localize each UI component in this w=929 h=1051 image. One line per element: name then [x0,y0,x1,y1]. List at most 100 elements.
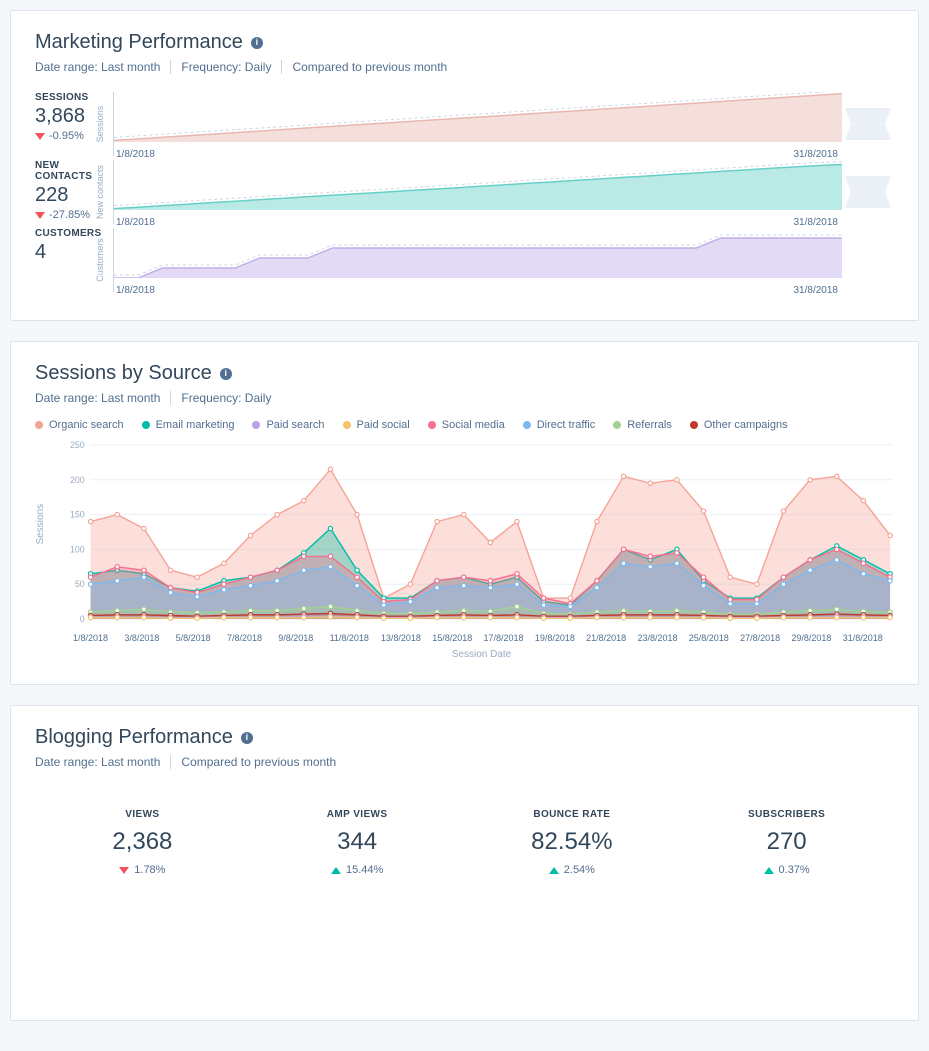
blogging-metric: AMP VIEWS 344 15.44% [250,809,465,876]
metric-label: SUBSCRIBERS [679,809,894,820]
metric-label: BOUNCE RATE [465,809,680,820]
marketing-performance-card: Marketing Performance i Date range: Last… [10,10,919,321]
legend: Organic search Email marketing Paid search… [35,419,894,431]
legend-item[interactable]: Social media [428,419,505,431]
x-tick: 31/8/2018 [843,633,894,643]
mp-mini-chart: New contacts 1/8/201831/8/2018 [113,160,842,224]
chart-svg [114,160,842,210]
legend-dot-icon [613,421,621,429]
metric-value: 82.54% [465,828,680,856]
funnel-cell: 5.89% [842,92,894,156]
funnel-cell [842,228,894,292]
metric-delta: 15.44% [250,864,465,876]
legend-item[interactable]: Paid search [252,419,324,431]
meta-range: Date range: Last month [35,391,171,405]
marketing-performance-body: SESSIONS 3,868 -0.95% Sessions 1/8/20183… [35,92,894,292]
blogging-metric: BOUNCE RATE 82.54% 2.54% [465,809,680,876]
card-meta: Date range: Last month Compared to previ… [35,755,894,769]
legend-label: Organic search [49,419,124,431]
legend-dot-icon [252,421,260,429]
x-axis-labels: 1/8/201831/8/2018 [114,149,842,160]
card-title: Blogging Performance i [35,726,894,749]
legend-item[interactable]: Organic search [35,419,124,431]
svg-text:0: 0 [80,614,85,624]
legend-label: Direct traffic [537,419,595,431]
meta-compare: Compared to previous month [171,755,346,769]
card-title: Sessions by Source i [35,362,894,385]
info-icon[interactable]: i [251,37,263,49]
x-axis-labels: 1/8/201831/8/2018 [114,285,842,296]
x-axis-labels: 1/8/20183/8/20185/8/20187/8/20189/8/2018… [69,633,894,643]
legend-item[interactable]: Paid social [343,419,410,431]
legend-dot-icon [523,421,531,429]
blogging-metrics-grid: VIEWS 2,368 1.78% AMP VIEWS 344 15.44% B… [35,809,894,876]
y-axis-label: Sessions [35,503,46,544]
legend-label: Paid search [266,419,324,431]
blogging-performance-card: Blogging Performance i Date range: Last … [10,705,919,1021]
x-tick: 27/8/2018 [740,633,791,643]
legend-label: Referrals [627,419,672,431]
legend-label: Email marketing [156,419,235,431]
legend-item[interactable]: Direct traffic [523,419,595,431]
legend-dot-icon [690,421,698,429]
x-tick: 7/8/2018 [227,633,278,643]
legend-dot-icon [343,421,351,429]
meta-compare: Compared to previous month [282,60,457,74]
legend-dot-icon [142,421,150,429]
metric-label: VIEWS [35,809,250,820]
x-axis-labels: 1/8/201831/8/2018 [114,217,842,228]
x-tick: 3/8/2018 [124,633,175,643]
metric-delta: 0.37% [679,864,894,876]
legend-label: Social media [442,419,505,431]
trend-up-icon [764,867,774,874]
svg-text:200: 200 [70,475,85,485]
metric-value: 2,368 [35,828,250,856]
svg-text:100: 100 [70,544,85,554]
card-title-text: Blogging Performance [35,726,233,749]
y-axis-label: Sessions [95,106,105,143]
mp-stat-label: SESSIONS [35,92,113,103]
funnel-arrow: 1.75% [845,176,891,208]
meta-range: Date range: Last month [35,60,171,74]
legend-item[interactable]: Referrals [613,419,672,431]
chart-svg [114,92,842,142]
svg-text:50: 50 [75,579,85,589]
y-axis-label: Customers [95,238,105,282]
meta-range: Date range: Last month [35,755,171,769]
y-axis-label: New contacts [95,165,105,219]
card-meta: Date range: Last month Frequency: Daily [35,391,894,405]
svg-text:250: 250 [70,440,85,450]
x-tick: 15/8/2018 [432,633,483,643]
legend-item[interactable]: Email marketing [142,419,235,431]
info-icon[interactable]: i [220,368,232,380]
mp-row: NEW CONTACTS 228 -27.85% New contacts 1/… [35,160,894,224]
metric-value: 270 [679,828,894,856]
funnel-arrow: 5.89% [845,108,891,140]
legend-dot-icon [35,421,43,429]
x-tick: 1/8/2018 [73,633,124,643]
x-tick: 23/8/2018 [637,633,688,643]
trend-up-icon [331,867,341,874]
trend-up-icon [549,867,559,874]
funnel-cell: 1.75% [842,160,894,224]
x-tick: 9/8/2018 [278,633,329,643]
info-icon[interactable]: i [241,732,253,744]
x-tick: 11/8/2018 [330,633,381,643]
x-tick: 21/8/2018 [586,633,637,643]
metric-delta: 2.54% [465,864,680,876]
legend-label: Other campaigns [704,419,788,431]
mp-row: SESSIONS 3,868 -0.95% Sessions 1/8/20183… [35,92,894,156]
svg-text:150: 150 [70,510,85,520]
card-title-text: Marketing Performance [35,31,243,54]
trend-down-icon [35,212,45,219]
x-tick: 5/8/2018 [176,633,227,643]
mp-mini-chart: Customers 1/8/201831/8/2018 [113,228,842,292]
x-tick: 13/8/2018 [381,633,432,643]
legend-item[interactable]: Other campaigns [690,419,788,431]
meta-freq: Frequency: Daily [171,60,282,74]
trend-down-icon [119,867,129,874]
card-title: Marketing Performance i [35,31,894,54]
x-tick: 29/8/2018 [791,633,842,643]
chart-svg: 0 50 100 150 200 250 [69,439,894,629]
x-axis-title: Session Date [69,649,894,660]
